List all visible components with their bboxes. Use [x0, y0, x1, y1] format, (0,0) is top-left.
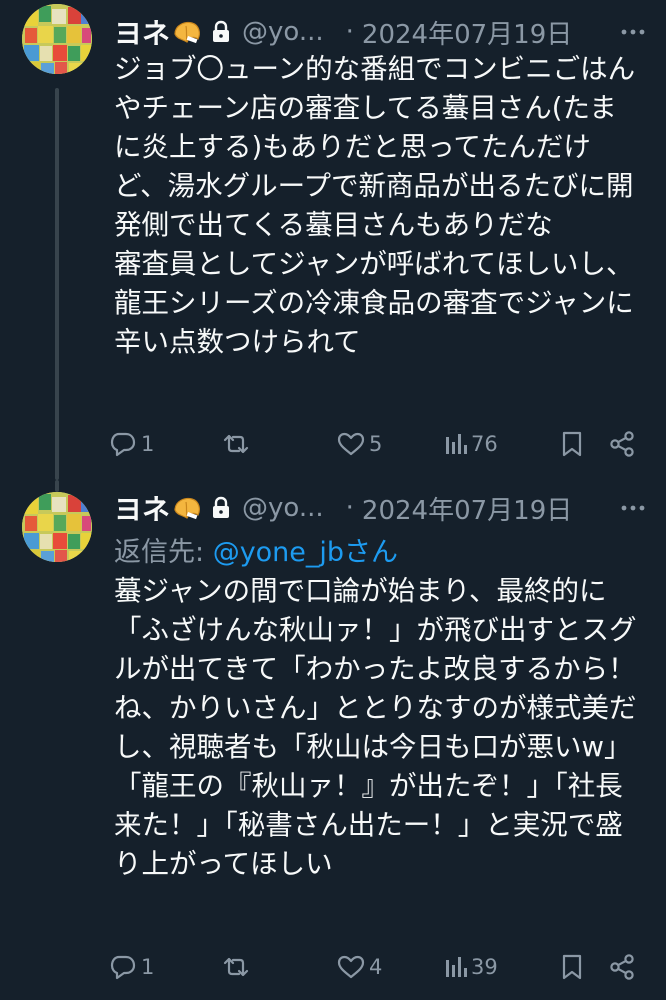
like-count: 4 — [369, 955, 383, 979]
views-chart-icon — [446, 957, 467, 977]
lock-icon — [210, 20, 232, 44]
tweet[interactable]: ヨネ @yo... · 2024年07月19日 返信先: @yone_jbさん … — [0, 480, 666, 1000]
tweet-date[interactable]: 2024年07月19日 — [362, 14, 572, 51]
display-name[interactable]: ヨネ — [114, 12, 170, 52]
reply-icon — [110, 432, 136, 457]
views-chart-icon — [446, 434, 467, 454]
reply-icon — [110, 955, 136, 980]
bookmark-button[interactable] — [560, 947, 584, 987]
repost-icon — [223, 434, 249, 454]
like-count: 5 — [369, 432, 383, 456]
repost-button[interactable] — [220, 947, 255, 987]
bookmark-button[interactable] — [560, 424, 584, 464]
repost-icon — [223, 957, 249, 977]
share-icon — [610, 431, 634, 457]
reply-prefix: 返信先: — [114, 537, 213, 568]
reply-button[interactable]: 1 — [108, 947, 154, 987]
user-handle[interactable]: @yo... — [242, 493, 324, 523]
tweet-text: 蟇ジャンの間で口論が始まり、最終的に「ふざけんな秋山ァ！」が飛び出すとスグルが出… — [114, 575, 637, 880]
views-count: 76 — [471, 432, 498, 456]
more-icon[interactable] — [620, 496, 646, 520]
reply-context: 返信先: @yone_jbさん — [114, 530, 398, 569]
share-icon — [610, 954, 634, 980]
separator-dot: · — [345, 493, 354, 523]
avatar[interactable] — [22, 492, 92, 562]
heart-icon — [337, 432, 365, 456]
reply-button[interactable]: 1 — [108, 424, 154, 464]
views-button[interactable]: 39 — [444, 947, 498, 987]
lock-icon — [210, 496, 232, 520]
more-icon[interactable] — [620, 20, 646, 44]
bookmark-icon — [562, 431, 582, 457]
tweet-text: ジョブ〇ューン的な番組でコンビニごはんやチェーン店の審査してる蟇目さん(たまに炎… — [114, 53, 636, 358]
views-button[interactable]: 76 — [444, 424, 498, 464]
action-bar: 1 4 39 — [108, 947, 646, 987]
reply-count: 1 — [141, 955, 155, 979]
thread-line — [55, 480, 59, 492]
thread-line — [55, 88, 59, 480]
reply-count: 1 — [141, 432, 155, 456]
separator-dot: · — [345, 17, 354, 47]
user-handle[interactable]: @yo... — [242, 17, 324, 47]
avatar[interactable] — [22, 4, 92, 74]
tweet-header: ヨネ @yo... · 2024年07月19日 — [114, 8, 646, 56]
bookmark-icon — [562, 954, 582, 980]
heart-icon — [337, 955, 365, 979]
reply-handle-link[interactable]: @yone_jbさん — [213, 537, 398, 568]
views-count: 39 — [471, 955, 498, 979]
fortune-cookie-icon — [172, 493, 202, 523]
repost-button[interactable] — [220, 424, 255, 464]
like-button[interactable]: 5 — [336, 424, 382, 464]
share-button[interactable] — [608, 947, 636, 987]
fortune-cookie-icon — [172, 17, 202, 47]
tweet[interactable]: ヨネ @yo... · 2024年07月19日 ジョブ〇ューン的な番組でコンビニ… — [0, 0, 666, 480]
display-name[interactable]: ヨネ — [114, 488, 170, 528]
tweet-header: ヨネ @yo... · 2024年07月19日 — [114, 484, 646, 532]
tweet-date[interactable]: 2024年07月19日 — [362, 490, 572, 527]
action-bar: 1 5 76 — [108, 424, 646, 464]
share-button[interactable] — [608, 424, 636, 464]
like-button[interactable]: 4 — [336, 947, 382, 987]
